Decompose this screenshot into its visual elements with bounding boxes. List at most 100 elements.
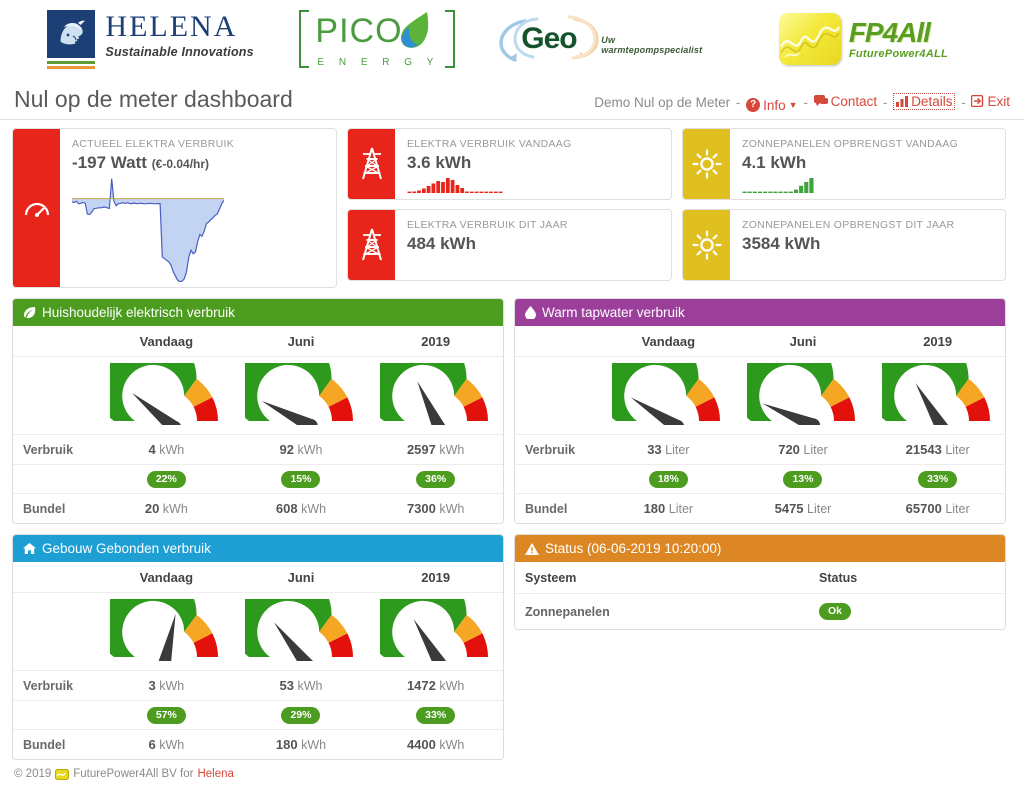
nav-separator-3: - <box>882 95 888 110</box>
percent-cell: 15% <box>233 463 369 494</box>
table-header-row: Vandaag Juni 2019 <box>13 326 503 357</box>
usage-cell: 2597 kWh <box>368 434 503 465</box>
kpi-column-middle: ELEKTRA VERBRUIK VANDAAG 3.6 kWh ELEKTRA… <box>347 128 672 281</box>
status-badge: 33% <box>416 707 456 725</box>
kpi-card-solar-year[interactable]: ZONNEPANELEN OPBRENGST DIT JAAR 3584 kWh <box>682 209 1006 281</box>
nav-item-exit[interactable]: Exit <box>971 94 1010 109</box>
row-label-usage: Verbruik <box>13 670 99 701</box>
helena-rule-green <box>47 60 96 64</box>
title-row: Nul op de meter dashboard Demo Nul op de… <box>0 78 1024 120</box>
percent-row-label <box>13 700 99 730</box>
footer: © 2019 FuturePower4All BV for Helena <box>0 760 1024 788</box>
percent-cell: 57% <box>99 700 234 730</box>
gauge-cell <box>594 326 736 435</box>
logo-pico: PICO E N E R G Y <box>285 6 469 72</box>
status-badge: 36% <box>416 471 456 489</box>
percent-cell: 33% <box>870 463 1005 494</box>
footer-company: FuturePower4All BV for <box>73 768 194 781</box>
kpi-row: ACTUEEL ELEKTRA VERBRUIK -197 Watt (€-0.… <box>0 120 1024 288</box>
row-label-bundle: Bundel <box>515 493 601 524</box>
panel-header: Huishoudelijk elektrisch verbruik <box>13 299 503 326</box>
usage-cell: 53 kWh <box>233 670 369 701</box>
helena-wordmark: HELENA <box>105 9 238 43</box>
kpi-column-right: ZONNEPANELEN OPBRENGST VANDAAG 4.1 kWh Z… <box>682 128 1006 281</box>
chevron-down-icon[interactable]: ▼ <box>789 100 798 110</box>
column-header-2: 2019 <box>421 334 451 349</box>
row-label-usage: Verbruik <box>13 434 99 465</box>
kpi-value: 4.1 kWh <box>742 153 807 172</box>
table-row-bundle: Bundel 20 kWh 608 kWh 7300 kWh <box>13 493 503 524</box>
panels-row: Huishoudelijk elektrisch verbruik Vandaa… <box>0 288 1024 761</box>
kpi-label: ELEKTRA VERBRUIK DIT JAAR <box>407 219 568 231</box>
nav-link-info[interactable]: Info <box>763 98 786 113</box>
gauge-chart <box>92 326 219 436</box>
leaf-droplet-icon <box>393 10 437 63</box>
row-label-bundle: Bundel <box>13 493 99 524</box>
table-row-percent: 18% 13% 33% <box>515 463 1005 494</box>
table-header-row: Vandaag Juni 2019 <box>515 326 1005 357</box>
table-row-usage: Verbruik 33 Liter 720 Liter 21543 Liter <box>515 434 1005 465</box>
logo-helena: HELENA Sustainable Innovations <box>16 9 285 69</box>
greek-helmet-icon <box>47 9 96 58</box>
column-header-1: Juni <box>789 334 817 349</box>
sparkbar-electra-today <box>407 177 661 198</box>
table-row-bundle: Bundel 180 Liter 5475 Liter 65700 Liter <box>515 493 1005 524</box>
usage-cell: 33 Liter <box>601 434 736 465</box>
status-badge: 18% <box>648 471 688 489</box>
warning-triangle-icon <box>525 542 539 555</box>
sign-out-icon <box>971 95 984 107</box>
row-label-usage: Verbruik <box>515 434 601 465</box>
panel-body: Vandaag Juni 2019 Verbruik 4 kWh 92 kWh <box>13 326 503 524</box>
pico-bracket-right <box>445 10 456 68</box>
helena-mark <box>47 9 96 69</box>
pylon-icon <box>348 210 395 280</box>
column-header-0: Vandaag <box>139 334 194 349</box>
nav-item-contact[interactable]: Contact <box>813 94 878 109</box>
pico-wordmark: PICO <box>315 12 403 50</box>
kpi-label: ZONNEPANELEN OPBRENGST DIT JAAR <box>742 219 955 231</box>
gauge-chart <box>729 326 855 433</box>
kpi-card-electra-today[interactable]: ELEKTRA VERBRUIK VANDAAG 3.6 kWh <box>347 128 672 200</box>
gauge-chart <box>864 326 990 438</box>
bundle-cell: 180 kWh <box>233 729 369 760</box>
gauge-cell <box>92 326 234 436</box>
nav-link-details[interactable]: Details <box>911 94 952 109</box>
bundle-cell: 180 Liter <box>601 493 736 524</box>
footer-brand-link[interactable]: Helena <box>197 768 233 780</box>
gauge-cell <box>864 326 1005 438</box>
kpi-card-electra-year[interactable]: ELEKTRA VERBRUIK DIT JAAR 484 kWh <box>347 209 672 281</box>
nav-item-info[interactable]: ? Info ▼ <box>746 98 798 113</box>
table-row-usage: Verbruik 3 kWh 53 kWh 1472 kWh <box>13 670 503 701</box>
gauge-chart <box>362 326 488 438</box>
bundle-cell: 7300 kWh <box>368 493 503 524</box>
panel-title: Status (06-06-2019 10:20:00) <box>545 541 722 557</box>
table-row-gauges <box>13 563 503 675</box>
kpi-value: 3.6 kWh <box>407 153 472 172</box>
logo-bar: HELENA Sustainable Innovations PICO E N … <box>0 0 1024 78</box>
panel-body: Vandaag Juni 2019 Verbruik 3 kWh 53 kWh <box>13 562 503 760</box>
gauge-cell <box>362 326 503 438</box>
usage-cell: 3 kWh <box>99 670 234 701</box>
comment-icon <box>813 95 828 106</box>
usage-cell: 92 kWh <box>233 434 369 465</box>
bundle-cell: 20 kWh <box>99 493 234 524</box>
kpi-value-sub: (€-0.04/hr) <box>151 157 210 171</box>
gauge-cell <box>729 326 871 435</box>
status-badge: 57% <box>146 707 186 725</box>
kpi-card-solar-today[interactable]: ZONNEPANELEN OPBRENGST VANDAAG 4.1 kWh <box>682 128 1006 200</box>
status-badge: 33% <box>918 471 958 489</box>
status-badge: Ok <box>819 603 852 621</box>
corner-cell <box>13 562 99 593</box>
nav-link-contact[interactable]: Contact <box>831 94 878 109</box>
panel-body: Vandaag Juni 2019 Verbruik 33 Liter 720 … <box>515 326 1005 524</box>
percent-cell: 33% <box>368 700 503 730</box>
nav-item-details[interactable]: Details <box>893 93 956 110</box>
kpi-card-actual-power[interactable]: ACTUEEL ELEKTRA VERBRUIK -197 Watt (€-0.… <box>12 128 337 288</box>
nav-link-exit[interactable]: Exit <box>987 94 1010 109</box>
page-title: Nul op de meter dashboard <box>14 86 293 112</box>
account-name: Demo Nul op de Meter <box>594 95 731 110</box>
nav-separator-4: - <box>961 95 966 110</box>
system-name: Zonnepanelen <box>525 604 610 619</box>
table-row-percent: 22% 15% 36% <box>13 463 503 494</box>
row-label-bundle: Bundel <box>13 729 99 760</box>
